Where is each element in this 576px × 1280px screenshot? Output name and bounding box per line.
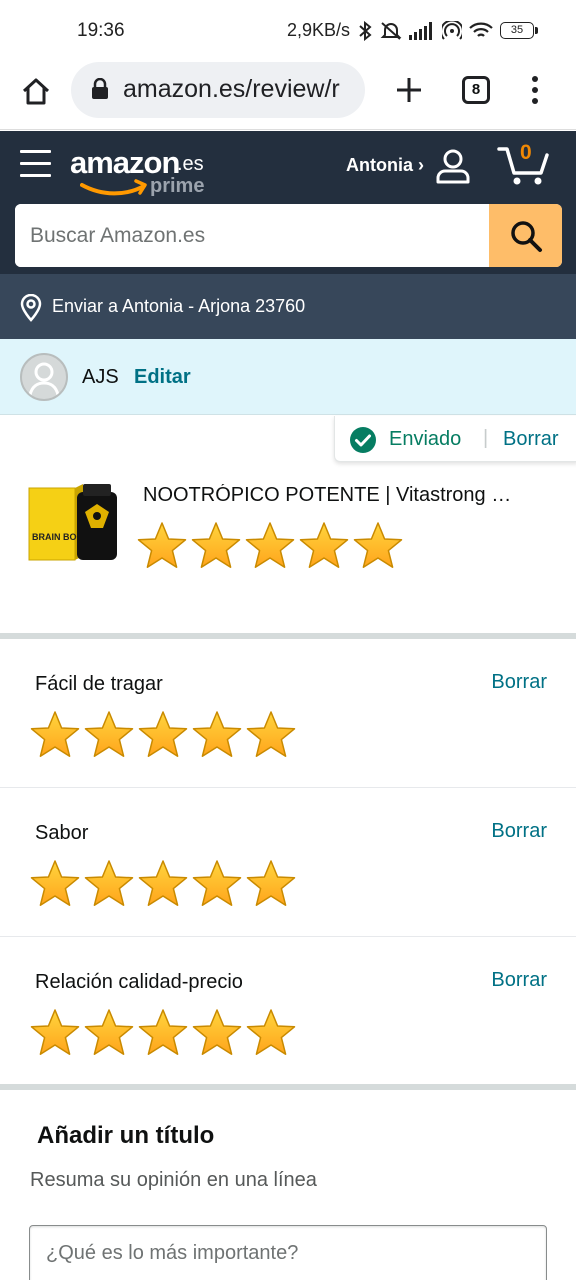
star-icon[interactable] — [28, 709, 82, 761]
address-bar[interactable]: amazon.es/review/r — [71, 62, 365, 118]
avatar — [20, 353, 68, 401]
logo-domain: .es — [177, 153, 204, 175]
star-icon[interactable] — [351, 520, 405, 572]
smile-arrow-icon — [80, 179, 147, 196]
status-indicators: 2,9KB/s 35 — [286, 20, 538, 41]
star-icon[interactable] — [244, 709, 298, 761]
deliver-to-bar[interactable]: Enviar a Antonia - Arjona 23760 — [0, 274, 576, 339]
section-divider — [0, 633, 576, 639]
search-input[interactable] — [15, 204, 489, 267]
new-tab-button[interactable] — [392, 73, 426, 107]
section-divider — [0, 1084, 576, 1090]
default-avatar-icon — [28, 362, 60, 396]
signal-icon — [409, 21, 435, 40]
profile-name: AJS — [82, 366, 119, 388]
star-icon[interactable] — [28, 1007, 82, 1059]
search-button[interactable] — [489, 204, 562, 267]
product-image: BRAIN BOOSTER — [27, 482, 121, 566]
product-title[interactable]: NOOTRÓPICO POTENTE | Vitastrong Brain Bo… — [143, 484, 523, 507]
overall-rating[interactable] — [135, 520, 405, 572]
network-speed: 2,9KB/s — [286, 20, 350, 40]
star-icon[interactable] — [135, 520, 189, 572]
star-icon[interactable] — [82, 1007, 136, 1059]
review-title-input[interactable] — [29, 1225, 547, 1280]
star-icon[interactable] — [136, 1007, 190, 1059]
star-icon[interactable] — [136, 709, 190, 761]
amazon-logo[interactable]: amazon .es prime — [70, 145, 220, 201]
attribute-label: Sabor — [35, 822, 89, 844]
delete-rating-link[interactable]: Borrar — [503, 428, 559, 451]
mute-icon — [380, 21, 402, 41]
search-bar — [15, 204, 562, 267]
reviewer-profile: AJS Editar — [0, 339, 576, 415]
logo-prime: prime — [150, 175, 205, 197]
attribute-rating[interactable] — [28, 858, 298, 910]
bluetooth-icon — [357, 20, 373, 41]
battery-icon: 35 — [500, 22, 538, 39]
cart-count: 0 — [520, 141, 532, 164]
add-title-heading: Añadir un título — [37, 1122, 215, 1149]
row-divider — [0, 936, 576, 937]
star-icon[interactable] — [243, 520, 297, 572]
search-icon — [510, 220, 542, 252]
attribute-label: Fácil de tragar — [35, 673, 163, 695]
more-vert-icon[interactable] — [525, 74, 545, 108]
star-icon[interactable] — [189, 520, 243, 572]
account-link[interactable]: Antonia › — [346, 155, 424, 176]
attribute-rating[interactable] — [28, 709, 298, 761]
star-icon[interactable] — [190, 858, 244, 910]
browser-toolbar: amazon.es/review/r 8 — [0, 62, 576, 130]
add-title-subheading: Resuma su opinión en una línea — [30, 1169, 317, 1191]
plus-icon — [397, 78, 421, 102]
location-pin-icon — [20, 294, 42, 322]
tabs-icon[interactable]: 8 — [462, 76, 490, 104]
star-icon[interactable] — [190, 1007, 244, 1059]
hamburger-menu-icon[interactable] — [20, 150, 51, 178]
edit-profile-link[interactable]: Editar — [134, 366, 191, 389]
status-label: Enviado — [389, 428, 462, 450]
attribute-delete-link[interactable]: Borrar — [491, 820, 547, 843]
status-time: 19:36 — [77, 20, 125, 41]
star-icon[interactable] — [28, 858, 82, 910]
star-icon[interactable] — [82, 858, 136, 910]
hotspot-icon — [442, 20, 462, 41]
star-icon[interactable] — [244, 858, 298, 910]
attribute-delete-link[interactable]: Borrar — [491, 671, 547, 694]
row-divider — [0, 787, 576, 788]
lock-icon — [92, 78, 108, 99]
amazon-header: amazon .es prime Antonia › 0 — [0, 131, 576, 274]
attribute-delete-link[interactable]: Borrar — [491, 969, 547, 992]
home-icon — [22, 78, 50, 105]
status-separator: | — [483, 427, 489, 449]
attribute-rating[interactable] — [28, 1007, 298, 1059]
star-icon[interactable] — [297, 520, 351, 572]
star-icon[interactable] — [244, 1007, 298, 1059]
star-icon[interactable] — [190, 709, 244, 761]
user-icon[interactable] — [434, 147, 472, 185]
star-icon[interactable] — [136, 858, 190, 910]
attribute-label: Relación calidad-precio — [35, 971, 243, 993]
star-icon[interactable] — [82, 709, 136, 761]
home-button[interactable] — [18, 74, 54, 110]
deliver-to-text: Enviar a Antonia - Arjona 23760 — [52, 296, 306, 316]
status-bar: 19:36 2,9KB/s 35 — [0, 0, 576, 62]
check-circle-icon — [350, 427, 376, 453]
submission-status: Enviado | Borrar — [334, 416, 576, 462]
url-text: amazon.es/review/r — [123, 75, 340, 103]
wifi-icon — [469, 22, 493, 40]
